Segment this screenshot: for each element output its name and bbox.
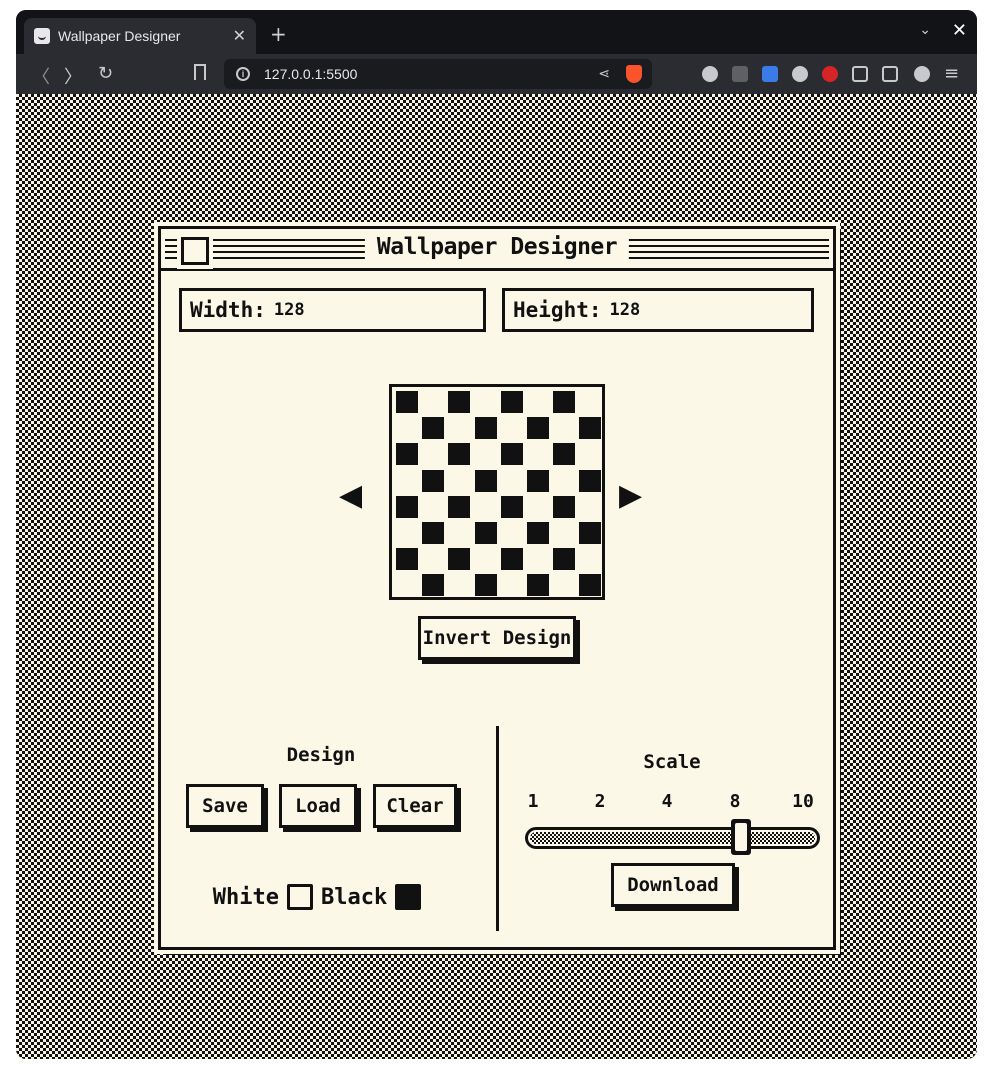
download-button[interactable]: Download (611, 863, 735, 907)
sidebar-toggle-icon[interactable] (882, 66, 898, 82)
page-viewport: Wallpaper Designer Width: 128 Height: 12… (16, 94, 977, 1059)
pattern-cell[interactable] (527, 522, 549, 544)
extension-glasses-icon[interactable] (702, 66, 718, 82)
extensions-puzzle-icon[interactable] (852, 66, 868, 82)
tab-wallpaper-designer[interactable]: Wallpaper Designer ✕ (24, 18, 256, 54)
pattern-cell[interactable] (475, 470, 497, 492)
scale-tick-label: 1 (527, 791, 539, 812)
scale-tick-label: 10 (792, 791, 814, 812)
new-tab-button[interactable]: + (270, 22, 287, 46)
black-label: Black (321, 884, 388, 910)
pattern-cell[interactable] (448, 548, 470, 570)
section-divider (496, 726, 499, 931)
pattern-cell[interactable] (553, 391, 575, 413)
scale-slider-track[interactable] (530, 832, 815, 844)
pattern-cell[interactable] (396, 548, 418, 570)
pattern-cell[interactable] (579, 417, 601, 439)
pattern-cell[interactable] (501, 391, 523, 413)
height-label: Height: (513, 298, 602, 322)
window-close-box[interactable] (177, 233, 213, 269)
pattern-cell[interactable] (422, 574, 444, 596)
white-label: White (212, 884, 279, 910)
pattern-cell[interactable] (396, 496, 418, 518)
pattern-cell[interactable] (553, 548, 575, 570)
pattern-cell[interactable] (475, 417, 497, 439)
scale-ticks: 1 2 4 8 10 (525, 791, 817, 815)
pattern-cell[interactable] (579, 574, 601, 596)
pattern-cell[interactable] (553, 496, 575, 518)
close-window-button[interactable]: ✕ (952, 20, 967, 41)
app-favicon-icon (34, 28, 50, 44)
share-icon[interactable]: ⋖ (598, 65, 610, 82)
browser-toolbar: 〈 〉 ↻ i 127.0.0.1:5500 ⋖ ≡ (16, 54, 977, 94)
design-section-title: Design (286, 744, 356, 766)
load-button[interactable]: Load (279, 784, 357, 828)
pattern-cell[interactable] (448, 496, 470, 518)
pattern-cell[interactable] (579, 470, 601, 492)
pattern-cell[interactable] (527, 470, 549, 492)
tab-list-chevron-icon[interactable]: ⌄ (919, 22, 931, 38)
pattern-cell[interactable] (553, 443, 575, 465)
app-title: Wallpaper Designer (364, 234, 630, 260)
extension-w-icon[interactable] (792, 66, 808, 82)
height-value[interactable]: 128 (610, 300, 641, 320)
close-tab-icon[interactable]: ✕ (233, 26, 246, 46)
address-bar[interactable]: i 127.0.0.1:5500 ⋖ (224, 59, 652, 89)
brave-shields-icon[interactable] (626, 65, 642, 83)
save-button[interactable]: Save (186, 784, 264, 828)
pattern-cell[interactable] (448, 391, 470, 413)
tab-title: Wallpaper Designer (58, 28, 181, 44)
black-swatch[interactable] (395, 884, 422, 910)
pattern-cell[interactable] (422, 470, 444, 492)
browser-window: Wallpaper Designer ✕ + ⌄ ✕ 〈 〉 ↻ i 127.0… (16, 10, 977, 1059)
pattern-cell[interactable] (501, 443, 523, 465)
forward-button[interactable]: 〉 (64, 63, 82, 89)
scale-tick-label: 8 (729, 791, 741, 812)
pattern-cell[interactable] (475, 522, 497, 544)
pattern-cell[interactable] (396, 443, 418, 465)
height-field[interactable]: Height: 128 (502, 288, 814, 332)
brave-rewards-icon[interactable] (914, 66, 930, 82)
extension-rocket-icon[interactable] (762, 66, 778, 82)
extension-s-icon[interactable] (732, 66, 748, 82)
next-pattern-arrow-icon[interactable]: ▶ (619, 481, 642, 511)
pattern-cell[interactable] (501, 496, 523, 518)
pattern-cell[interactable] (501, 548, 523, 570)
pattern-cell[interactable] (448, 443, 470, 465)
scale-tick-label: 4 (661, 791, 673, 812)
pattern-preview[interactable] (389, 384, 605, 600)
width-label: Width: (190, 298, 266, 322)
invert-design-button[interactable]: Invert Design (418, 616, 576, 660)
reload-button[interactable]: ↻ (98, 63, 113, 84)
previous-pattern-arrow-icon[interactable]: ◀ (339, 481, 362, 511)
color-picker: White Black (186, 881, 456, 913)
pattern-cell[interactable] (396, 391, 418, 413)
white-swatch[interactable] (287, 884, 313, 910)
scale-section-title: Scale (643, 751, 701, 773)
pattern-cell[interactable] (422, 417, 444, 439)
pattern-cell[interactable] (579, 522, 601, 544)
url-text[interactable]: 127.0.0.1:5500 (264, 66, 357, 82)
tab-bar: Wallpaper Designer ✕ + ⌄ ✕ (16, 10, 977, 54)
back-button[interactable]: 〈 (32, 63, 50, 89)
pattern-cell[interactable] (422, 522, 444, 544)
clear-button[interactable]: Clear (373, 784, 457, 828)
pattern-cell[interactable] (475, 574, 497, 596)
pattern-grid[interactable] (396, 391, 602, 597)
scale-slider[interactable] (525, 827, 820, 849)
wallpaper-designer-window: Wallpaper Designer Width: 128 Height: 12… (154, 222, 840, 954)
width-value[interactable]: 128 (274, 300, 305, 320)
scale-tick-label: 2 (594, 791, 606, 812)
bookmark-icon[interactable] (194, 64, 206, 80)
scale-slider-thumb[interactable] (731, 819, 751, 855)
menu-icon[interactable]: ≡ (944, 63, 959, 84)
extension-clock-icon[interactable] (822, 66, 838, 82)
site-info-icon[interactable]: i (236, 67, 250, 81)
pattern-cell[interactable] (527, 417, 549, 439)
width-field[interactable]: Width: 128 (179, 288, 486, 332)
pattern-cell[interactable] (527, 574, 549, 596)
